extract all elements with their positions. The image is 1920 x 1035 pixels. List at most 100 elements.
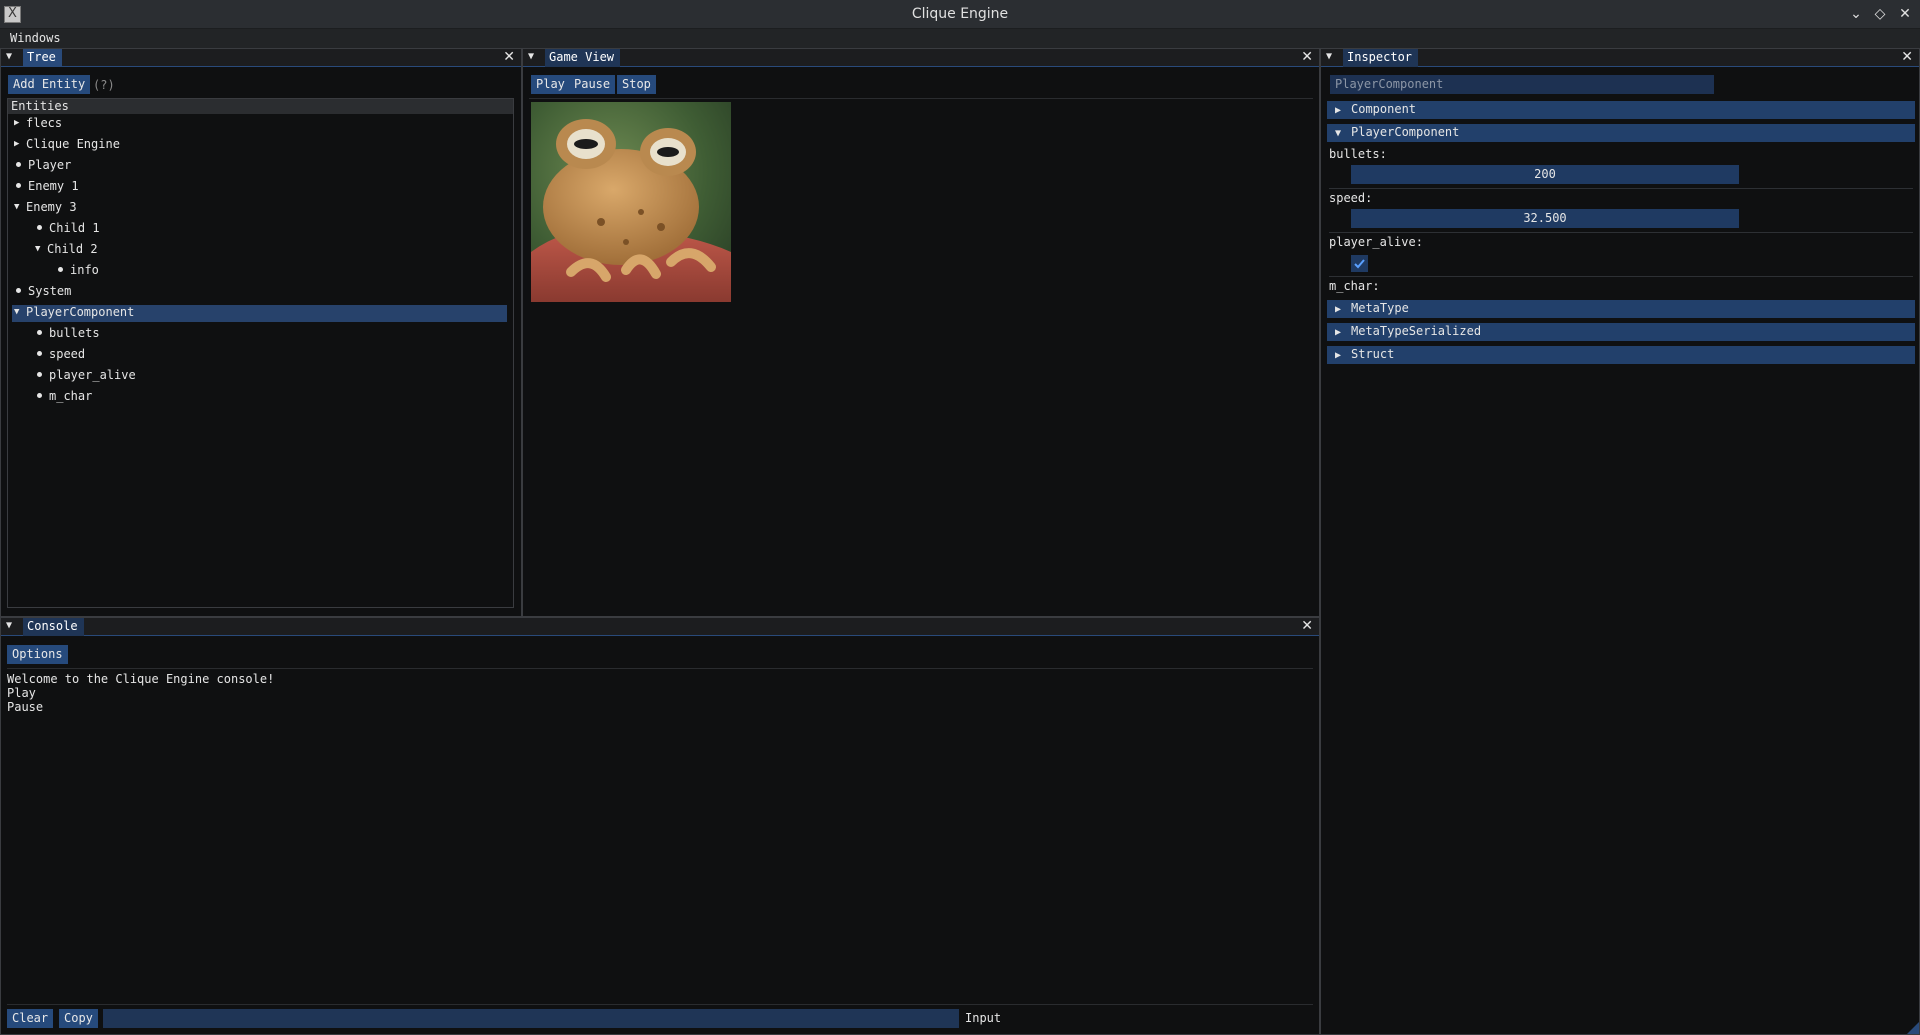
tree-row-label: Player [28,158,72,172]
add-entity-button[interactable]: Add Entity [8,75,91,94]
tree-row[interactable]: ▼ Child 2 [14,242,98,259]
tree-row[interactable]: ▶ Clique Engine [14,137,120,154]
section-metatype[interactable]: ▶ MetaType [1327,300,1915,318]
checkmark-icon [1354,259,1365,269]
section-label: Component [1351,102,1417,116]
tree-row[interactable]: ▶ flecs [14,116,62,133]
expand-arrow-icon: ▶ [1335,350,1342,361]
collapse-arrow-icon[interactable]: ▼ [14,307,26,317]
inspector-tabbar: ▼ Inspector ✕ [1321,49,1919,67]
window-title: Clique Engine [911,6,1009,22]
section-metatype-serialized[interactable]: ▶ MetaTypeSerialized [1327,323,1915,341]
tree-row-label: System [28,284,72,298]
tree-row[interactable]: Child 1 [14,221,100,238]
inspector-search-input[interactable]: PlayerComponent [1330,75,1714,94]
expand-arrow-icon: ▶ [1335,304,1342,315]
tree-panel: ▼ Tree ✕ Add Entity (?) Entities ▶ flecs ▶… [0,48,522,617]
section-player-component[interactable]: ▼ PlayerComponent [1327,124,1915,142]
section-label: MetaType [1351,301,1409,315]
bullet-icon [16,162,21,167]
expand-arrow-icon: ▶ [1335,105,1342,116]
expand-arrow-icon[interactable]: ▶ [14,139,26,149]
tree-row[interactable]: ▼ PlayerComponent [12,305,507,322]
collapse-arrow-icon[interactable]: ▼ [14,202,26,212]
console-panel: ▼ Console ✕ Options Welcome to the Cliqu… [0,617,1320,1035]
console-divider [7,668,1313,669]
section-label: Struct [1351,347,1395,361]
tree-row[interactable]: ▼ Enemy 3 [14,200,77,217]
help-marker[interactable]: (?) [93,78,115,92]
collapse-arrow-icon[interactable]: ▼ [528,51,534,62]
speed-label: speed: [1329,191,1373,205]
console-line: Welcome to the Clique Engine console! [7,672,275,686]
console-input[interactable] [103,1009,959,1028]
bullet-icon [37,393,42,398]
tree-row[interactable]: info [14,263,99,280]
console-line: Pause [7,700,44,714]
bullets-label: bullets: [1329,147,1387,161]
close-window-icon[interactable]: ✕ [1895,4,1915,24]
close-icon[interactable]: ✕ [1301,618,1313,635]
field-divider [1329,188,1913,189]
console-input-label: Input [965,1011,1002,1025]
tree-row[interactable]: System [14,284,71,301]
tree-row-label: speed [49,347,86,361]
close-icon[interactable]: ✕ [1301,49,1313,66]
tab-inspector[interactable]: Inspector [1343,49,1419,67]
entities-tree: Entities ▶ flecs ▶ Clique Engine Player Enemy… [7,98,514,608]
tree-row-label: Child 2 [47,242,98,256]
section-struct[interactable]: ▶ Struct [1327,346,1915,364]
m-char-label: m_char: [1329,279,1380,293]
tree-row-label: PlayerComponent [26,305,135,319]
expand-arrow-icon[interactable]: ▶ [14,118,26,128]
pause-button[interactable]: Pause [569,75,616,94]
bullet-icon [37,330,42,335]
section-label: PlayerComponent [1351,125,1460,139]
bullet-icon [37,225,42,230]
minimize-icon[interactable]: ⌄ [1846,4,1866,24]
entities-header[interactable]: Entities [8,99,513,114]
player-alive-checkbox[interactable] [1351,255,1368,272]
tab-game-view[interactable]: Game View [545,49,621,67]
tree-row-label: bullets [49,326,100,340]
toolbar-divider [529,98,1313,99]
close-icon[interactable]: ✕ [503,49,515,66]
tab-console[interactable]: Console [23,618,84,636]
collapse-arrow-icon[interactable]: ▼ [6,620,12,631]
tree-row-label: Clique Engine [26,137,120,151]
stop-button[interactable]: Stop [617,75,656,94]
tree-row-label: flecs [26,116,63,130]
play-button[interactable]: Play [531,75,570,94]
speed-field[interactable]: 32.500 [1351,209,1739,228]
maximize-icon[interactable]: ◇ [1870,4,1890,24]
expand-arrow-icon: ▶ [1335,327,1342,338]
collapse-arrow-icon[interactable]: ▼ [6,51,12,62]
collapse-arrow-icon[interactable]: ▼ [35,244,47,254]
bullet-icon [37,351,42,356]
bullets-field[interactable]: 200 [1351,165,1739,184]
tree-row[interactable]: speed [14,347,85,364]
collapse-arrow-icon[interactable]: ▼ [1326,51,1332,62]
section-component[interactable]: ▶ Component [1327,101,1915,119]
menu-windows[interactable]: Windows [10,31,61,45]
window-titlebar: Clique Engine ⌄ ◇ ✕ [0,0,1920,29]
section-label: MetaTypeSerialized [1351,324,1482,338]
bullet-icon [58,267,63,272]
options-button[interactable]: Options [7,645,68,664]
close-icon[interactable]: ✕ [1901,49,1913,66]
tab-tree[interactable]: Tree [23,49,62,67]
tree-row[interactable]: bullets [14,326,100,343]
tree-row[interactable]: Enemy 1 [14,179,79,196]
game-view-panel: ▼ Game View ✕ Play Pause Stop [522,48,1320,617]
tree-tabbar: ▼ Tree ✕ [1,49,521,67]
tree-row[interactable]: player_alive [14,368,136,385]
tree-row[interactable]: Player [14,158,71,175]
resize-grip[interactable] [1907,1022,1919,1034]
copy-button[interactable]: Copy [59,1009,98,1028]
game-view-tabbar: ▼ Game View ✕ [523,49,1319,67]
bullet-icon [16,288,21,293]
menubar: Windows [0,29,1920,48]
console-line: Play [7,686,36,700]
tree-row[interactable]: m_char [14,389,92,406]
clear-button[interactable]: Clear [7,1009,54,1028]
